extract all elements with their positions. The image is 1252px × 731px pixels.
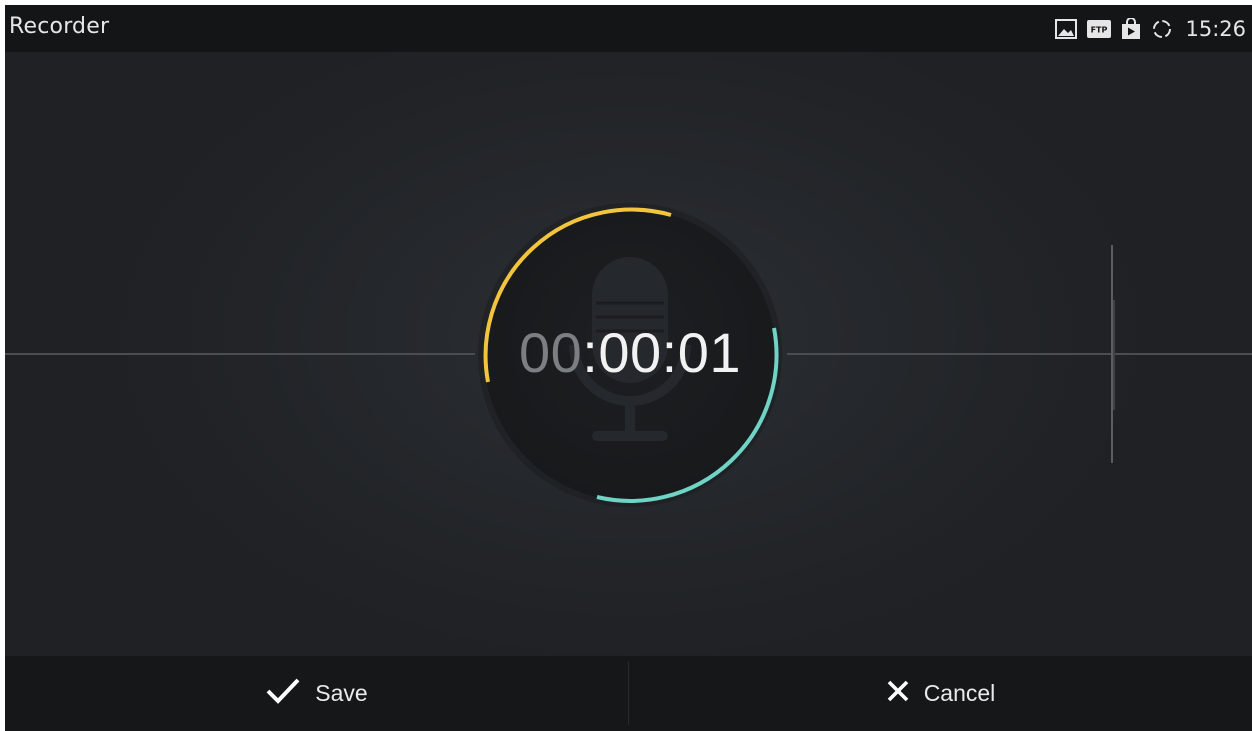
ftp-icon-label: FTP	[1091, 25, 1108, 34]
action-bar: Save Cancel	[5, 656, 1252, 731]
close-icon	[886, 679, 910, 709]
cancel-button[interactable]: Cancel	[629, 656, 1252, 731]
store-bag-icon	[1121, 17, 1141, 40]
clock: 15:26	[1185, 16, 1246, 41]
timer-hours: 00	[519, 321, 583, 384]
check-icon	[265, 677, 301, 711]
timer-minutes-seconds: :00:01	[582, 321, 741, 384]
save-label: Save	[315, 680, 368, 706]
status-icons: FTP 15:26	[1055, 5, 1246, 52]
playhead-marker-tick	[1113, 300, 1115, 410]
waveform-baseline-right	[787, 353, 1252, 355]
recording-timer: 00:00:01	[475, 320, 785, 386]
ftp-icon: FTP	[1087, 19, 1112, 38]
waveform-baseline-left	[5, 353, 475, 355]
app-title: Recorder	[9, 14, 110, 39]
image-icon	[1055, 18, 1078, 39]
status-bar: Recorder FTP 15:26	[5, 5, 1252, 52]
sync-icon	[1151, 18, 1173, 40]
save-button[interactable]: Save	[5, 656, 628, 731]
recorder-screen: Recorder FTP 15:26 00:00:01 Save Cancel	[5, 5, 1252, 731]
cancel-label: Cancel	[923, 680, 996, 706]
